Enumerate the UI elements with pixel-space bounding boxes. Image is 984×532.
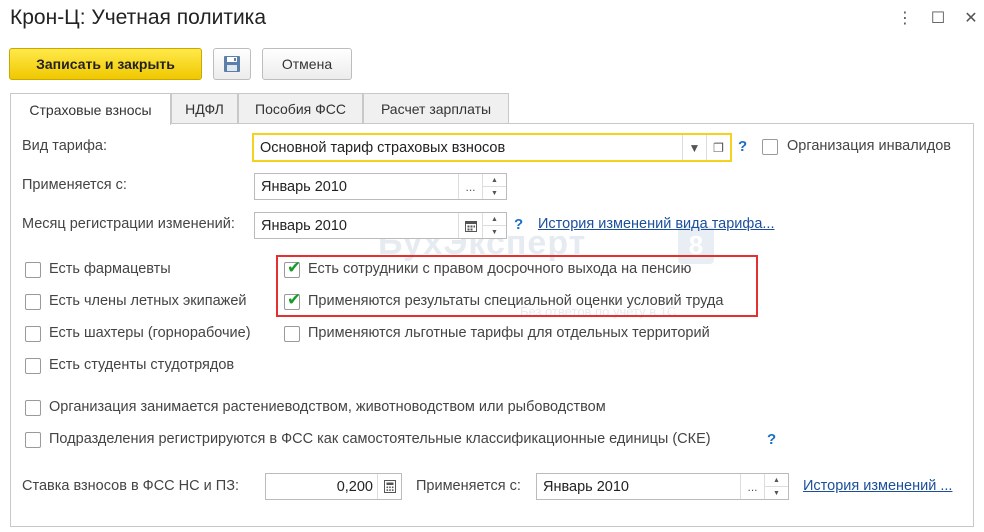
tab-payroll[interactable]: Расчет зарплаты — [363, 93, 509, 124]
reg-month-help-icon[interactable]: ? — [514, 216, 523, 233]
fss-rate-field[interactable]: 0,200 — [265, 473, 402, 500]
applies-from-label: Применяется с: — [22, 177, 127, 193]
tab-insurance[interactable]: Страховые взносы — [10, 93, 171, 125]
flight-crew-label: Есть члены летных экипажей — [49, 293, 247, 309]
miners-label: Есть шахтеры (горнорабочие) — [49, 325, 251, 341]
cancel-button[interactable]: Отмена — [262, 48, 352, 80]
applies-from-field[interactable]: Январь 2010 ... ▲ ▼ — [254, 173, 507, 200]
fss-applies-value: Январь 2010 — [543, 478, 629, 495]
open-form-icon[interactable]: ❐ — [706, 135, 730, 160]
students-checkbox[interactable] — [25, 358, 41, 374]
tariff-select[interactable]: Основной тариф страховых взносов ▼ ❐ — [252, 133, 732, 162]
invalids-label: Организация инвалидов — [787, 138, 951, 154]
tariff-label: Вид тарифа: — [22, 138, 107, 154]
ske-help-icon[interactable]: ? — [767, 431, 776, 448]
select-button[interactable]: ... — [458, 174, 482, 199]
calendar-icon[interactable] — [458, 213, 482, 238]
fss-applies-label: Применяется с: — [416, 478, 521, 494]
checkmark-icon: ✔ — [287, 290, 302, 309]
territory-tariffs-checkbox[interactable] — [284, 326, 300, 342]
save-and-close-button[interactable]: Записать и закрыть — [9, 48, 202, 80]
select-button[interactable]: ... — [740, 474, 764, 499]
floppy-disk-icon — [224, 56, 240, 72]
flight-crew-checkbox[interactable] — [25, 294, 41, 310]
spin-buttons[interactable]: ▲ ▼ — [482, 174, 506, 199]
more-menu-icon[interactable]: ⋮ — [894, 8, 916, 28]
fss-applies-field[interactable]: Январь 2010 ... ▲ ▼ — [536, 473, 789, 500]
agriculture-checkbox[interactable] — [25, 400, 41, 416]
save-button[interactable] — [213, 48, 251, 80]
agriculture-label: Организация занимается растениеводством,… — [49, 399, 606, 415]
spin-buttons[interactable]: ▲ ▼ — [482, 213, 506, 238]
tariff-help-icon[interactable]: ? — [738, 138, 747, 155]
pharmacists-checkbox[interactable] — [25, 262, 41, 278]
invalids-checkbox[interactable] — [762, 139, 778, 155]
maximize-icon[interactable]: ☐ — [927, 8, 949, 28]
students-label: Есть студенты студотрядов — [49, 357, 235, 373]
tab-ndfl[interactable]: НДФЛ — [171, 93, 238, 124]
miners-checkbox[interactable] — [25, 326, 41, 342]
tab-fss-benefits[interactable]: Пособия ФСС — [238, 93, 363, 124]
fss-rate-label: Ставка взносов в ФСС НС и ПЗ: — [22, 478, 239, 494]
checkmark-icon: ✔ — [287, 258, 302, 277]
fss-rate-value: 0,200 — [336, 478, 373, 495]
fss-history-link[interactable]: История изменений ... — [803, 478, 952, 494]
early-retirement-label: Есть сотрудники с правом досрочного выхо… — [308, 261, 692, 277]
calculator-icon[interactable] — [377, 474, 401, 499]
special-assessment-label: Применяются результаты специальной оценк… — [308, 293, 724, 309]
reg-month-label: Месяц регистрации изменений: — [22, 216, 235, 232]
early-retirement-checkbox[interactable]: ✔ — [284, 258, 302, 278]
special-assessment-checkbox[interactable]: ✔ — [284, 290, 302, 310]
ske-label: Подразделения регистрируются в ФСС как с… — [49, 431, 711, 447]
close-icon[interactable]: ✕ — [960, 8, 982, 28]
territory-tariffs-label: Применяются льготные тарифы для отдельны… — [308, 325, 710, 341]
reg-month-field[interactable]: Январь 2010 ▲ ▼ — [254, 212, 507, 239]
tariff-history-link[interactable]: История изменений вида тарифа... — [538, 216, 775, 232]
spin-buttons[interactable]: ▲ ▼ — [764, 474, 788, 499]
ske-checkbox[interactable] — [25, 432, 41, 448]
reg-month-value: Январь 2010 — [261, 217, 347, 234]
chevron-down-icon[interactable]: ▼ — [682, 135, 706, 160]
applies-from-value: Январь 2010 — [261, 178, 347, 195]
pharmacists-label: Есть фармацевты — [49, 261, 171, 277]
tariff-value: Основной тариф страховых взносов — [260, 139, 506, 156]
window-title: Крон-Ц: Учетная политика — [10, 6, 266, 29]
